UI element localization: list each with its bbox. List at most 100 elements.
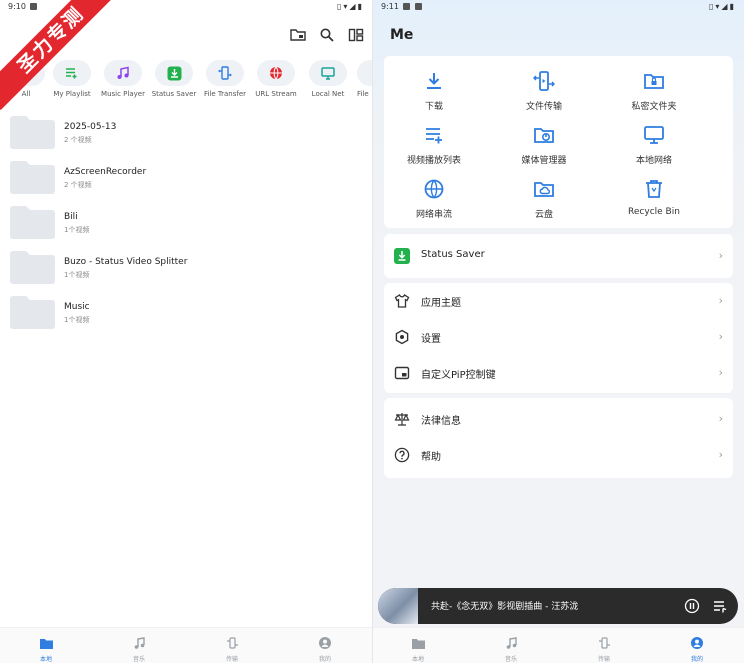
now-playing-title: 共赴-《念无双》影视剧插曲 - 汪苏泷 [431, 602, 579, 612]
row-help[interactable]: 帮助 › [384, 437, 733, 473]
grid-label: 本地网络 [635, 156, 672, 166]
album-art [378, 588, 418, 624]
nav-local[interactable]: 本地 [26, 634, 66, 663]
folder-icon [10, 206, 55, 239]
status-saver-card[interactable]: Status Saver › [384, 234, 733, 278]
chevron-right-icon: › [718, 330, 723, 343]
status-time: 9:11 [381, 2, 399, 11]
grid-label: Recycle Bin [628, 207, 680, 217]
row-legal-info[interactable]: 法律信息 › [384, 401, 733, 437]
folder-count: 1个视频 [64, 271, 90, 279]
music-note-icon [134, 637, 145, 649]
nav-label: 我的 [318, 656, 331, 663]
list-item[interactable]: Bili 1个视频 [0, 204, 372, 244]
folder-count: 1个视频 [64, 226, 90, 234]
row-settings[interactable]: 设置 › [384, 319, 733, 355]
mini-player[interactable]: 共赴-《念无双》影视剧插曲 - 汪苏泷 [378, 588, 738, 624]
file-transfer-icon [226, 637, 238, 649]
music-note-icon [506, 637, 517, 649]
row-label: 法律信息 [421, 416, 461, 427]
folder-icon [10, 116, 55, 149]
scale-icon [394, 413, 410, 426]
user-icon [691, 637, 703, 649]
list-item[interactable]: Music 1个视频 [0, 294, 372, 334]
music-note-icon [117, 66, 129, 79]
playlist-icon [66, 68, 77, 79]
file-transfer-icon [218, 66, 232, 80]
shortcut-label: Status Saver [151, 90, 197, 98]
nav-me[interactable]: 我的 [677, 634, 717, 663]
nav-label: 音乐 [504, 656, 517, 663]
grid-item-cloud-drive[interactable]: 云盘 [489, 178, 599, 220]
nav-transfer[interactable]: 传输 [584, 634, 624, 663]
list-item[interactable]: 2025-05-13 2 个视频 [0, 114, 372, 154]
search-icon[interactable] [319, 27, 335, 43]
folder-icon [10, 251, 55, 284]
shortcut-label: URL Stream [255, 90, 297, 98]
folder-icon [411, 639, 425, 649]
row-label: 设置 [421, 334, 441, 345]
notification-icon [403, 3, 410, 10]
shortcut-label: File [357, 90, 369, 98]
shortcut-label: Music Player [101, 90, 145, 98]
nav-me[interactable]: 我的 [305, 634, 345, 663]
nav-label: 本地 [39, 656, 52, 663]
grid-item-private-folder[interactable]: 私密文件夹 [599, 70, 709, 112]
nav-local[interactable]: 本地 [398, 634, 438, 663]
bottom-nav: 本地 音乐 传输 我的 [373, 627, 744, 663]
row-label: 自定义PiP控制键 [421, 370, 496, 381]
view-layout-icon[interactable] [348, 27, 364, 43]
feature-grid-card: 下载 文件传输 私密文件夹 视频播放列表 媒体管理器 本地网络 网络串流 云盘 … [384, 56, 733, 228]
grid-label: 云盘 [534, 210, 553, 220]
media-manager-icon [534, 128, 554, 143]
chevron-right-icon: › [718, 366, 723, 379]
row-app-theme[interactable]: 应用主题 › [384, 283, 733, 319]
folder-name: 2025-05-13 [64, 122, 117, 132]
grid-item-local-network[interactable]: 本地网络 [599, 124, 709, 166]
grid-item-video-playlist[interactable]: 视频播放列表 [379, 124, 489, 166]
folder-name: Buzo - Status Video Splitter [64, 257, 188, 267]
grid-item-file-transfer[interactable]: 文件传输 [489, 70, 599, 112]
shortcut-file-transfer[interactable]: File Transfer [199, 60, 251, 98]
status-time: 9:10 [8, 2, 26, 11]
trash-icon [646, 180, 662, 198]
chevron-right-icon: › [718, 412, 723, 425]
shortcut-my-playlist[interactable]: My Playlist [46, 60, 98, 98]
grid-item-recycle-bin[interactable]: Recycle Bin [599, 178, 709, 217]
pause-icon[interactable] [684, 598, 700, 614]
grid-item-network-stream[interactable]: 网络串流 [379, 178, 489, 220]
bottom-nav: 本地 音乐 传输 我的 [0, 627, 372, 663]
nav-label: 传输 [597, 656, 610, 663]
queue-icon[interactable] [712, 598, 728, 614]
folder-count: 1个视频 [64, 316, 90, 324]
row-label: 帮助 [421, 452, 441, 463]
list-item[interactable]: AzScreenRecorder 2 个视频 [0, 159, 372, 199]
shirt-icon [394, 294, 410, 308]
nav-music[interactable]: 音乐 [491, 634, 531, 663]
shortcut-music-player[interactable]: Music Player [97, 60, 149, 98]
download-icon [427, 73, 441, 89]
status-bar: 9:10 ▯▾◢▮ [0, 0, 372, 14]
folder-name: AzScreenRecorder [64, 167, 147, 177]
chevron-right-icon: › [718, 249, 723, 262]
shortcut-status-saver[interactable]: Status Saver [148, 60, 200, 98]
chevron-right-icon: › [718, 294, 723, 307]
file-icon [357, 60, 372, 86]
row-custom-pip-controls[interactable]: 自定义PiP控制键 › [384, 355, 733, 391]
folder-cast-icon[interactable] [290, 27, 306, 43]
grid-label: 视频播放列表 [406, 156, 461, 166]
row-status-saver[interactable]: Status Saver › [384, 238, 733, 274]
list-item[interactable]: Buzo - Status Video Splitter 1个视频 [0, 249, 372, 289]
grid-label: 媒体管理器 [521, 156, 567, 166]
grid-item-media-manager[interactable]: 媒体管理器 [489, 124, 599, 166]
grid-item-download[interactable]: 下载 [379, 70, 489, 112]
nav-music[interactable]: 音乐 [119, 634, 159, 663]
nav-transfer[interactable]: 传输 [212, 634, 252, 663]
folder-icon [39, 639, 53, 649]
status-saver-icon [167, 66, 181, 80]
shortcut-url-stream[interactable]: URL Stream [250, 60, 302, 98]
grid-label: 下载 [424, 102, 443, 112]
shortcut-file[interactable]: File [343, 60, 372, 98]
chevron-right-icon: › [718, 448, 723, 461]
settings-card: 应用主题 › 设置 › 自定义PiP控制键 › [384, 283, 733, 393]
